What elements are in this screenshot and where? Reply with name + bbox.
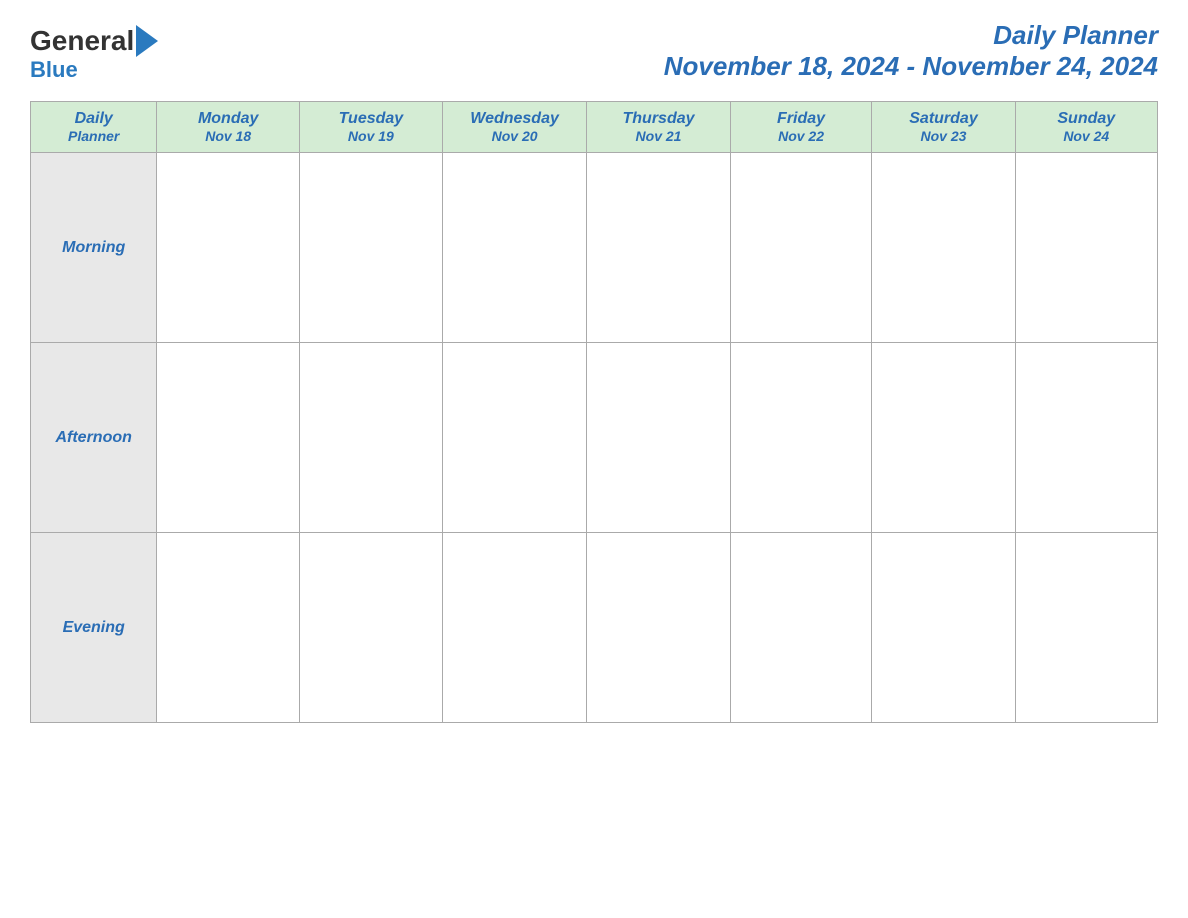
- logo-general-text: General: [30, 27, 134, 55]
- header-col-monday: Monday Nov 18: [157, 102, 300, 153]
- morning-thursday-cell[interactable]: [587, 153, 730, 343]
- tuesday-label: Tuesday: [304, 110, 438, 128]
- evening-saturday-cell[interactable]: [872, 533, 1015, 723]
- evening-friday-cell[interactable]: [730, 533, 872, 723]
- thursday-label: Thursday: [591, 110, 725, 128]
- evening-tuesday-cell[interactable]: [299, 533, 442, 723]
- page-title: Daily Planner: [664, 20, 1158, 51]
- sunday-label: Sunday: [1020, 110, 1153, 128]
- evening-wednesday-cell[interactable]: [442, 533, 587, 723]
- morning-friday-cell[interactable]: [730, 153, 872, 343]
- saturday-label: Saturday: [876, 110, 1010, 128]
- wednesday-label: Wednesday: [447, 110, 583, 128]
- morning-tuesday-cell[interactable]: [299, 153, 442, 343]
- planner-table: Daily Planner Monday Nov 18 Tuesday Nov …: [30, 101, 1158, 723]
- evening-thursday-cell[interactable]: [587, 533, 730, 723]
- saturday-date: Nov 23: [876, 128, 1010, 144]
- friday-label: Friday: [735, 110, 868, 128]
- header-col-sunday: Sunday Nov 24: [1015, 102, 1157, 153]
- morning-wednesday-cell[interactable]: [442, 153, 587, 343]
- col0-line1: Daily: [35, 110, 152, 128]
- header-row: Daily Planner Monday Nov 18 Tuesday Nov …: [31, 102, 1158, 153]
- logo-triangle-icon: [136, 25, 158, 57]
- evening-row: Evening: [31, 533, 1158, 723]
- date-range: November 18, 2024 - November 24, 2024: [664, 51, 1158, 82]
- tuesday-date: Nov 19: [304, 128, 438, 144]
- header-col-label: Daily Planner: [31, 102, 157, 153]
- afternoon-row: Afternoon: [31, 343, 1158, 533]
- morning-saturday-cell[interactable]: [872, 153, 1015, 343]
- header-col-friday: Friday Nov 22: [730, 102, 872, 153]
- friday-date: Nov 22: [735, 128, 868, 144]
- afternoon-wednesday-cell[interactable]: [442, 343, 587, 533]
- thursday-date: Nov 21: [591, 128, 725, 144]
- afternoon-saturday-cell[interactable]: [872, 343, 1015, 533]
- page-header: General Blue Daily Planner November 18, …: [30, 20, 1158, 83]
- monday-date: Nov 18: [161, 128, 295, 144]
- header-col-saturday: Saturday Nov 23: [872, 102, 1015, 153]
- wednesday-date: Nov 20: [447, 128, 583, 144]
- header-col-tuesday: Tuesday Nov 19: [299, 102, 442, 153]
- afternoon-label: Afternoon: [31, 343, 157, 533]
- evening-monday-cell[interactable]: [157, 533, 300, 723]
- logo: General Blue: [30, 20, 160, 83]
- logo-blue-text: Blue: [30, 57, 160, 83]
- afternoon-friday-cell[interactable]: [730, 343, 872, 533]
- afternoon-monday-cell[interactable]: [157, 343, 300, 533]
- evening-label: Evening: [31, 533, 157, 723]
- header-col-wednesday: Wednesday Nov 20: [442, 102, 587, 153]
- evening-sunday-cell[interactable]: [1015, 533, 1157, 723]
- morning-label: Morning: [31, 153, 157, 343]
- afternoon-thursday-cell[interactable]: [587, 343, 730, 533]
- afternoon-sunday-cell[interactable]: [1015, 343, 1157, 533]
- afternoon-tuesday-cell[interactable]: [299, 343, 442, 533]
- title-block: Daily Planner November 18, 2024 - Novemb…: [664, 20, 1158, 82]
- sunday-date: Nov 24: [1020, 128, 1153, 144]
- morning-monday-cell[interactable]: [157, 153, 300, 343]
- morning-sunday-cell[interactable]: [1015, 153, 1157, 343]
- morning-row: Morning: [31, 153, 1158, 343]
- monday-label: Monday: [161, 110, 295, 128]
- header-col-thursday: Thursday Nov 21: [587, 102, 730, 153]
- col0-line2: Planner: [35, 128, 152, 144]
